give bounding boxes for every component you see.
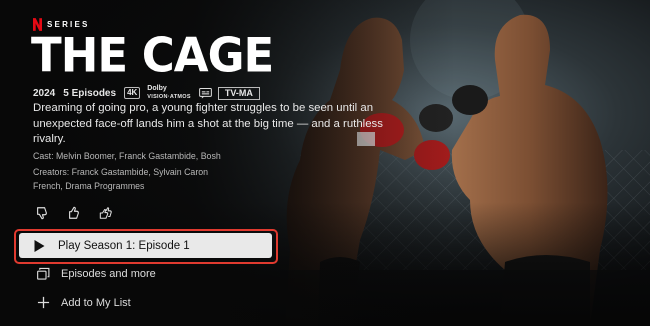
- episode-count: 5 Episodes: [63, 87, 117, 99]
- creators-list: Creators: Franck Gastambide, Sylvain Car…: [33, 167, 209, 191]
- cast-list: Cast: Melvin Boomer, Franck Gastambide, …: [33, 151, 221, 161]
- episodes-stack-icon: [37, 267, 50, 280]
- plus-icon: [37, 296, 50, 309]
- rating-actions: [35, 206, 113, 220]
- add-to-my-list-button[interactable]: Add to My List: [37, 296, 131, 309]
- dolby-badge: Dolby VISION·ATMOS: [147, 85, 191, 101]
- show-meta-row: 2024 5 Episodes 4K Dolby VISION·ATMOS TV…: [33, 85, 260, 101]
- episodes-label: Episodes and more: [61, 267, 156, 280]
- thumbs-down-icon[interactable]: [35, 206, 49, 220]
- double-thumbs-up-icon[interactable]: [99, 206, 113, 220]
- subtitles-icon: [198, 87, 212, 99]
- play-button-label: Play Season 1: Episode 1: [58, 239, 190, 252]
- thumbs-up-icon[interactable]: [67, 206, 81, 220]
- show-title: THE CAGE: [31, 27, 274, 83]
- show-description: Dreaming of going pro, a young fighter s…: [33, 102, 383, 145]
- quality-badge: 4K: [124, 87, 141, 99]
- episodes-and-more-button[interactable]: Episodes and more: [37, 267, 156, 280]
- dolby-label: Dolby: [147, 85, 167, 92]
- play-icon: [34, 239, 45, 252]
- maturity-rating-badge: TV-MA: [217, 86, 260, 100]
- my-list-label: Add to My List: [61, 296, 131, 309]
- play-episode-button[interactable]: Play Season 1: Episode 1: [19, 233, 272, 258]
- release-year: 2024: [33, 87, 56, 99]
- dolby-formats-label: VISION·ATMOS: [147, 94, 191, 100]
